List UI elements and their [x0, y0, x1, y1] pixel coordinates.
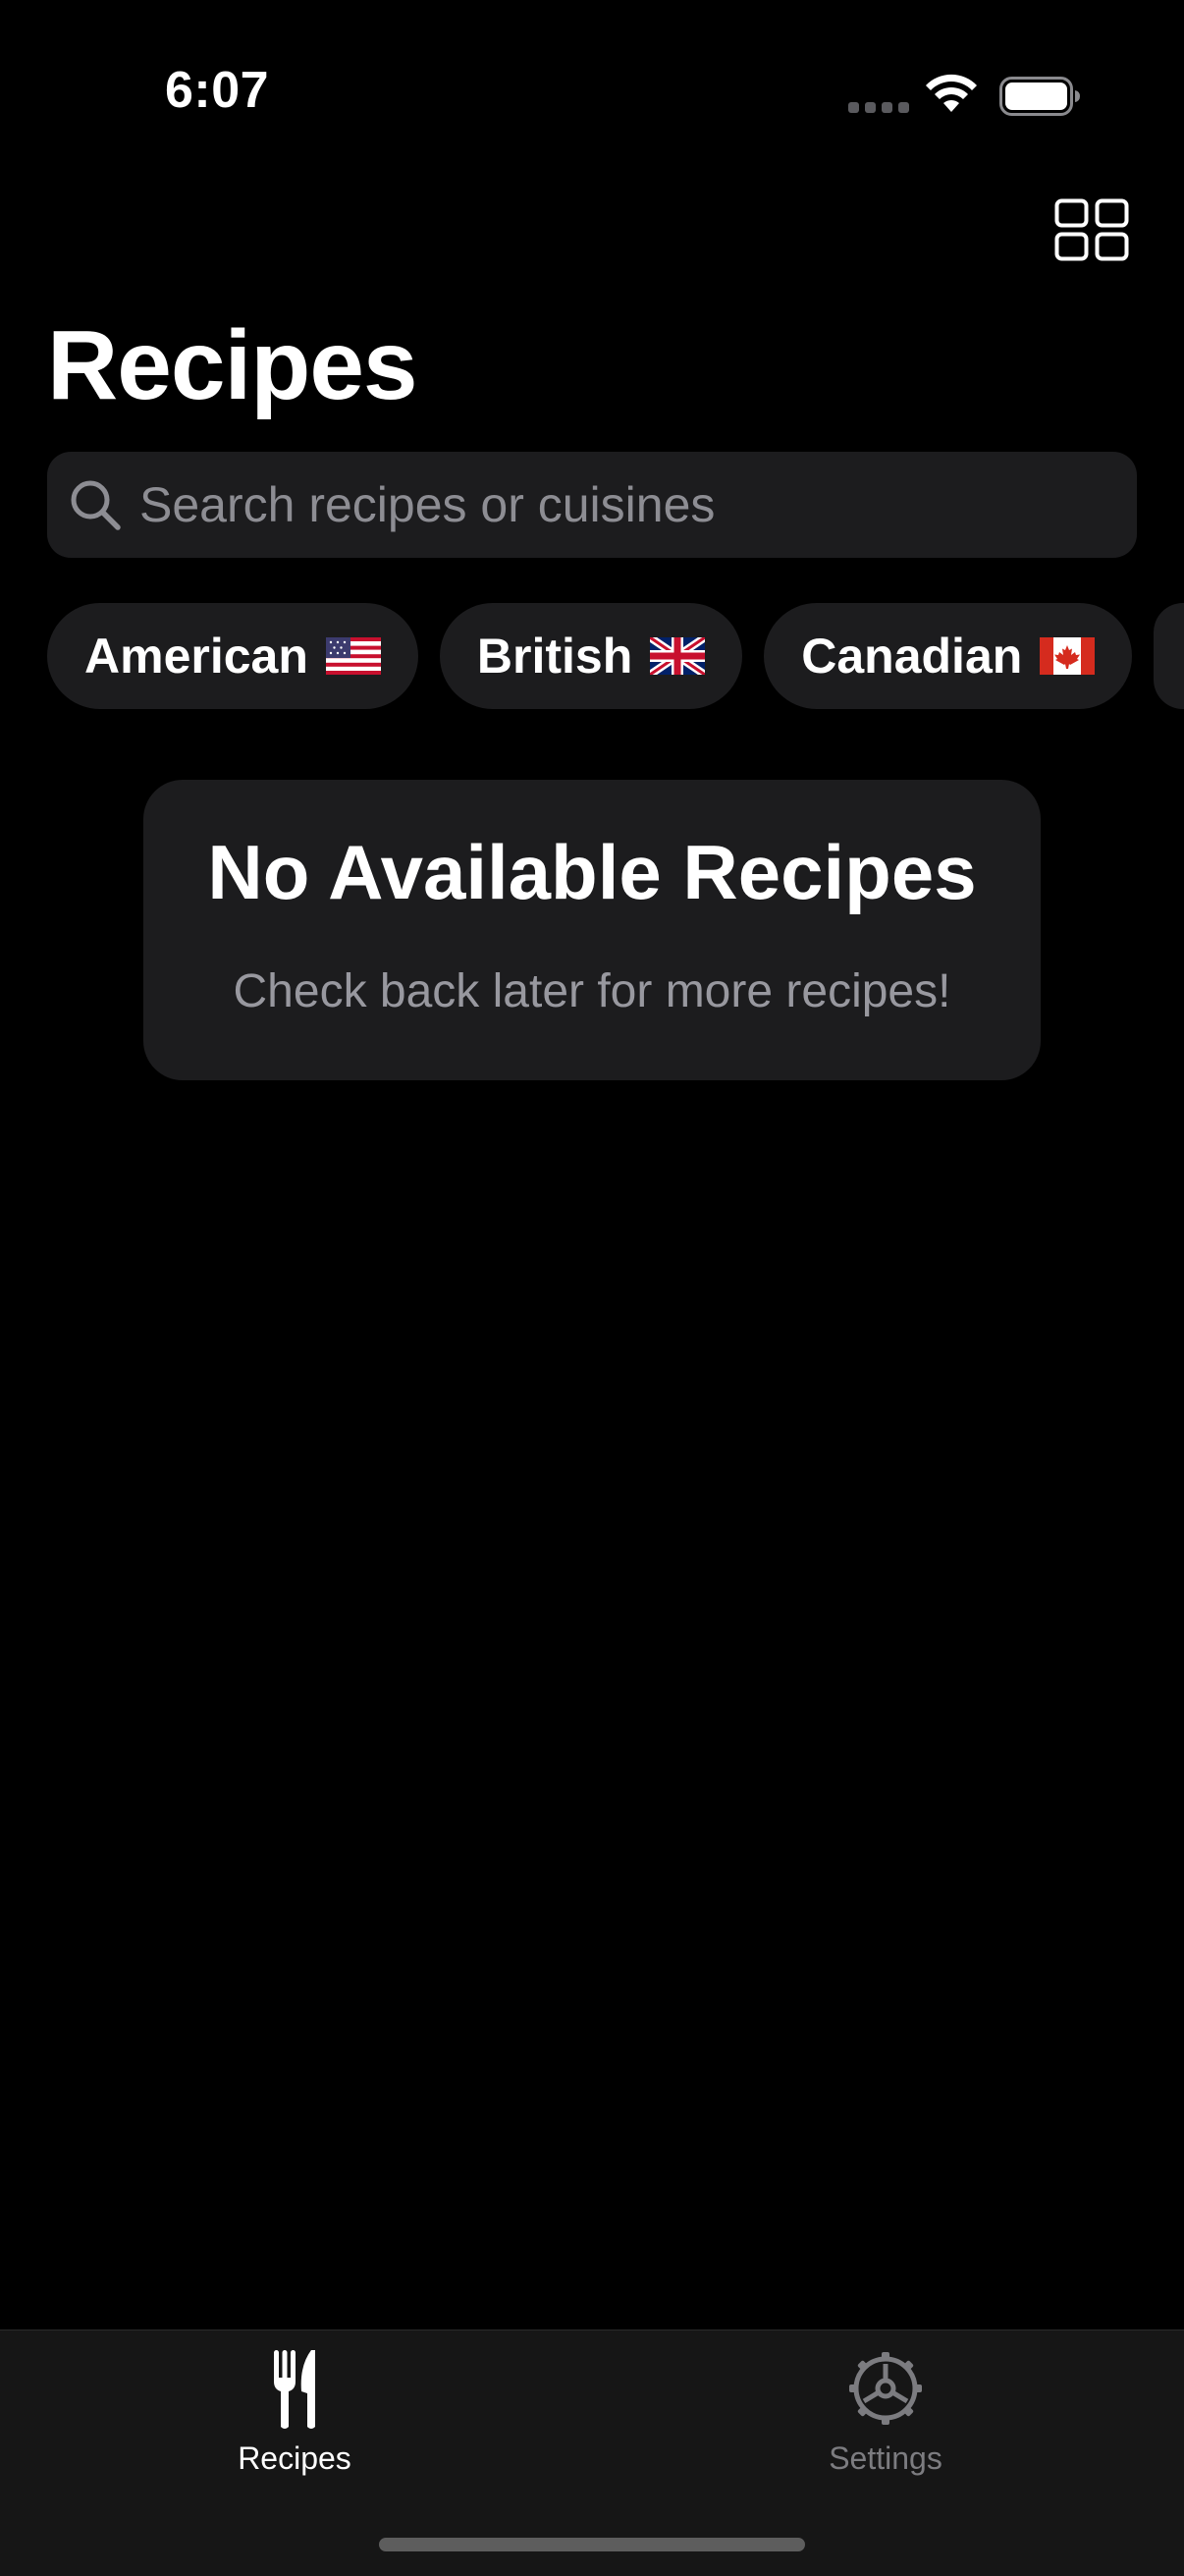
- uk-flag-icon: [650, 637, 706, 675]
- tab-recipes[interactable]: Recipes: [147, 2330, 442, 2478]
- chip-label: British: [476, 629, 633, 684]
- fork-knife-icon: [274, 2350, 315, 2429]
- home-indicator: [379, 2538, 805, 2551]
- wifi-icon: [926, 74, 977, 112]
- chip-label: American: [84, 629, 308, 684]
- cuisine-chip-more[interactable]: [1154, 603, 1184, 709]
- empty-state-card: No Available Recipes Check back later fo…: [143, 780, 1041, 1080]
- cuisine-filter-row: American British Canadian: [47, 603, 1184, 709]
- tab-label: Settings: [829, 2440, 942, 2476]
- tab-settings[interactable]: Settings: [738, 2330, 1033, 2478]
- grid-view-button[interactable]: [1054, 198, 1129, 261]
- tab-label: Recipes: [238, 2440, 351, 2476]
- empty-state-subtitle: Check back later for more recipes!: [233, 965, 951, 1017]
- canada-flag-icon: [1040, 637, 1096, 675]
- us-flag-icon: [325, 637, 381, 675]
- page-title: Recipes: [47, 310, 418, 420]
- empty-state-title: No Available Recipes: [207, 829, 977, 915]
- cuisine-chip-british[interactable]: British: [439, 603, 743, 709]
- cuisine-chip-american[interactable]: American: [47, 603, 418, 709]
- status-bar: 6:07: [0, 0, 1184, 187]
- search-field[interactable]: [47, 452, 1137, 558]
- cellular-signal-icon: [848, 102, 909, 113]
- chip-label: Canadian: [801, 629, 1023, 684]
- status-time: 6:07: [165, 62, 270, 119]
- search-input[interactable]: [139, 476, 1082, 533]
- search-icon: [71, 480, 121, 530]
- cuisine-chip-canadian[interactable]: Canadian: [764, 603, 1133, 709]
- gear-icon: [849, 2352, 922, 2425]
- battery-icon: [999, 77, 1080, 116]
